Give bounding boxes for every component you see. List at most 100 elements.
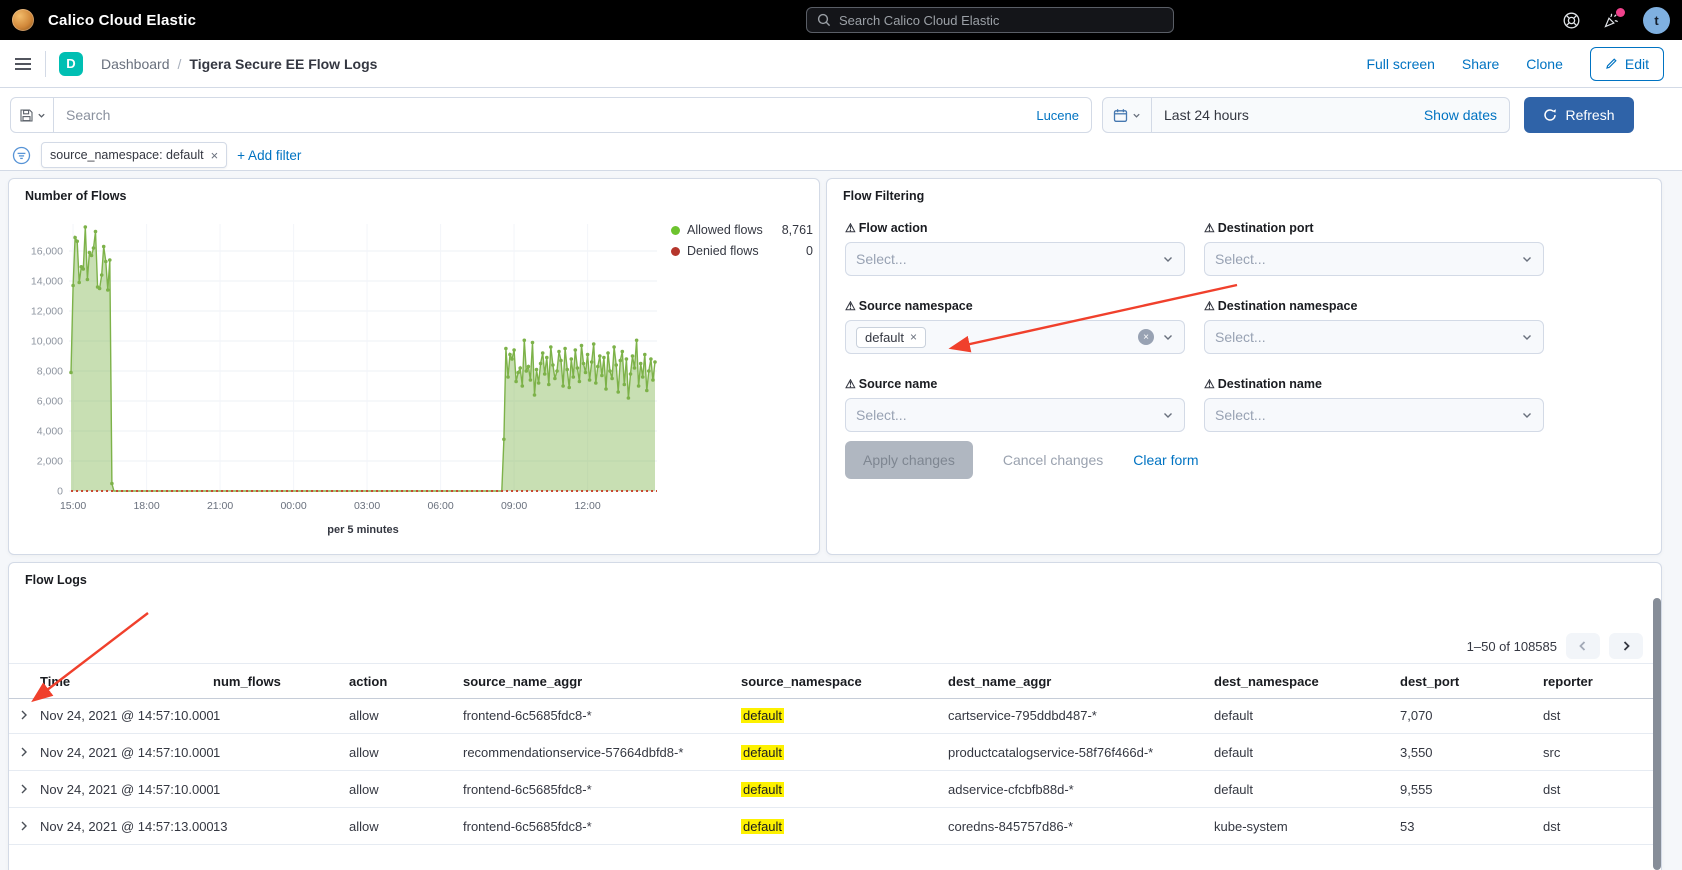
- expand-row-icon[interactable]: [19, 747, 40, 757]
- legend-item-allowed-flows[interactable]: Allowed flows 8,761: [671, 223, 813, 237]
- svg-text:21:00: 21:00: [207, 500, 233, 512]
- svg-text:14,000: 14,000: [31, 276, 63, 288]
- cell-dest-port: 3,550: [1400, 745, 1543, 760]
- cell-dest-namespace: default: [1214, 782, 1400, 797]
- column-header-source-name-aggr: source_name_aggr: [463, 674, 741, 689]
- column-header-reporter: reporter: [1543, 674, 1661, 689]
- table-body: Nov 24, 2021 @ 14:57:10.000 1 allow fronten…: [9, 697, 1661, 845]
- share-button[interactable]: Share: [1462, 56, 1499, 72]
- query-language-toggle[interactable]: Lucene: [1036, 108, 1079, 123]
- table-row[interactable]: Nov 24, 2021 @ 14:57:10.0001allowfronten…: [9, 771, 1661, 808]
- cell-source-namespace: default: [741, 782, 948, 797]
- allowed-flows-count: 8,761: [779, 223, 813, 237]
- chevron-down-icon: [1521, 331, 1533, 343]
- svg-text:00:00: 00:00: [280, 500, 306, 512]
- highlighted-source-namespace: default: [741, 708, 784, 723]
- edit-button[interactable]: Edit: [1590, 47, 1664, 81]
- saved-query-menu-button[interactable]: [11, 98, 54, 132]
- page-scrollbar[interactable]: [1653, 598, 1661, 870]
- cell-reporter: src: [1543, 745, 1661, 760]
- flow-filtering-panel: Flow Filtering ⚠Flow action Select... ⚠D…: [826, 178, 1662, 555]
- calico-logo-icon[interactable]: [12, 9, 34, 31]
- chevron-down-icon: [37, 111, 46, 120]
- dashboard-canvas: Number of Flows 02,0004,0006,0008,00010,…: [0, 170, 1682, 870]
- cell-dest-port: 9,555: [1400, 782, 1543, 797]
- column-header-source-namespace: source_namespace: [741, 674, 948, 689]
- hamburger-menu-icon[interactable]: [14, 57, 32, 71]
- source-name-select[interactable]: Select...: [845, 398, 1185, 432]
- life-buoy-icon: [1562, 11, 1581, 30]
- chevron-down-icon: [1162, 409, 1174, 421]
- destination-port-field: ⚠Destination port Select...: [1204, 221, 1544, 276]
- show-dates-button[interactable]: Show dates: [1424, 107, 1497, 123]
- flow-action-select[interactable]: Select...: [845, 242, 1185, 276]
- chevron-down-icon: [1162, 253, 1174, 265]
- filter-pill-source-namespace[interactable]: source_namespace: default ×: [41, 142, 227, 168]
- warning-icon: ⚠: [1204, 378, 1215, 390]
- warning-icon: ⚠: [1204, 222, 1215, 234]
- refresh-button[interactable]: Refresh: [1524, 97, 1634, 133]
- expand-row-icon[interactable]: [19, 784, 40, 794]
- source-name-field: ⚠Source name Select...: [845, 377, 1185, 432]
- breadcrumb-dashboard[interactable]: Dashboard: [101, 56, 170, 72]
- cell-action: allow: [349, 745, 463, 760]
- table-row[interactable]: Nov 24, 2021 @ 14:57:13.00013allowfronte…: [9, 808, 1661, 845]
- search-icon: [817, 13, 831, 27]
- cell-source-name-aggr: frontend-6c5685fdc8-*: [463, 782, 741, 797]
- remove-filter-icon[interactable]: ×: [211, 148, 219, 163]
- dashboard-app-badge[interactable]: D: [59, 52, 83, 76]
- legend-item-denied-flows[interactable]: Denied flows 0: [671, 244, 813, 258]
- filter-set-icon[interactable]: [12, 146, 31, 165]
- chevron-down-icon: [1521, 253, 1533, 265]
- destination-name-select[interactable]: Select...: [1204, 398, 1544, 432]
- expand-row-icon[interactable]: [19, 710, 40, 720]
- breadcrumb: Dashboard / Tigera Secure EE Flow Logs: [101, 56, 377, 72]
- source-namespace-select[interactable]: default × ×: [845, 320, 1185, 354]
- cell-dest-name-aggr: cartservice-795ddbd487-*: [948, 708, 1214, 723]
- help-menu-button[interactable]: [1562, 11, 1581, 30]
- remove-chip-icon[interactable]: ×: [910, 330, 917, 344]
- chevron-down-icon: [1521, 409, 1533, 421]
- logs-panel-title: Flow Logs: [25, 573, 87, 587]
- cell-reporter: dst: [1543, 819, 1661, 834]
- next-page-button[interactable]: [1609, 633, 1643, 659]
- divider: [45, 51, 46, 77]
- cell-dest-port: 53: [1400, 819, 1543, 834]
- date-quick-select-button[interactable]: [1103, 98, 1152, 132]
- destination-port-select[interactable]: Select...: [1204, 242, 1544, 276]
- svg-text:0: 0: [57, 486, 63, 498]
- cancel-changes-button[interactable]: Cancel changes: [1003, 452, 1103, 468]
- svg-text:6,000: 6,000: [37, 396, 63, 408]
- newsfeed-button[interactable]: [1603, 11, 1621, 29]
- clear-form-button[interactable]: Clear form: [1133, 452, 1198, 468]
- selected-option-chip[interactable]: default ×: [856, 327, 926, 348]
- query-search-input[interactable]: Search: [66, 107, 1036, 123]
- apply-changes-button[interactable]: Apply changes: [845, 441, 973, 479]
- add-filter-button[interactable]: + Add filter: [237, 148, 301, 163]
- svg-text:12:00: 12:00: [574, 500, 600, 512]
- expand-row-icon[interactable]: [19, 821, 40, 831]
- warning-icon: ⚠: [845, 222, 856, 234]
- navigation-bar: D Dashboard / Tigera Secure EE Flow Logs…: [0, 40, 1682, 88]
- destination-namespace-select[interactable]: Select...: [1204, 320, 1544, 354]
- cell-num-flows: 1: [213, 782, 349, 797]
- table-row[interactable]: Nov 24, 2021 @ 14:57:10.0001allowrecomme…: [9, 734, 1661, 771]
- warning-icon: ⚠: [1204, 300, 1215, 312]
- column-header-time: Time: [40, 674, 213, 689]
- previous-page-button[interactable]: [1566, 633, 1600, 659]
- full-screen-button[interactable]: Full screen: [1366, 56, 1434, 72]
- cell-time: Nov 24, 2021 @ 14:57:10.000: [40, 708, 213, 723]
- time-range-value[interactable]: Last 24 hours: [1164, 107, 1249, 123]
- svg-text:03:00: 03:00: [354, 500, 380, 512]
- notification-dot: [1616, 8, 1625, 17]
- clear-selection-icon[interactable]: ×: [1138, 329, 1154, 345]
- svg-text:4,000: 4,000: [37, 426, 63, 438]
- highlighted-source-namespace: default: [741, 782, 784, 797]
- table-row[interactable]: Nov 24, 2021 @ 14:57:10.0001allowfronten…: [9, 697, 1661, 734]
- user-avatar[interactable]: t: [1643, 7, 1670, 34]
- svg-text:09:00: 09:00: [501, 500, 527, 512]
- cell-reporter: dst: [1543, 708, 1661, 723]
- global-search-input[interactable]: Search Calico Cloud Elastic: [806, 7, 1174, 33]
- global-search-placeholder: Search Calico Cloud Elastic: [839, 13, 999, 28]
- clone-button[interactable]: Clone: [1526, 56, 1563, 72]
